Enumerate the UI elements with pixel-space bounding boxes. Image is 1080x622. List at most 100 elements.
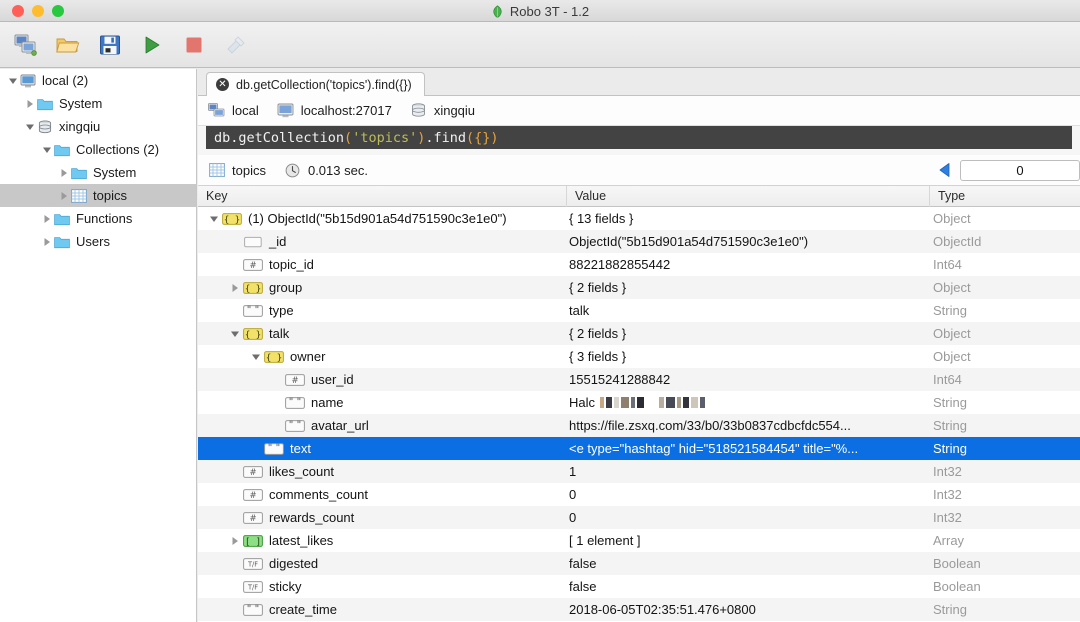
chevron-down-icon[interactable] — [248, 345, 264, 368]
cell-value: 1 — [567, 460, 930, 483]
server-icon — [277, 102, 294, 119]
table-row[interactable]: # rewards_count 0 Int32 — [198, 506, 1080, 529]
close-icon[interactable]: ✕ — [216, 78, 229, 91]
cell-type: Object — [930, 322, 1080, 345]
sidebar-item-label: System — [93, 165, 137, 180]
table-row[interactable]: # comments_count 0 Int32 — [198, 483, 1080, 506]
sidebar-item-users[interactable]: Users — [0, 230, 196, 253]
cell-key: { } talk — [198, 322, 567, 345]
table-row[interactable]: # likes_count 1 Int32 — [198, 460, 1080, 483]
table-row[interactable]: T/F sticky false Boolean — [198, 575, 1080, 598]
sidebar-item-label: local (2) — [42, 73, 89, 88]
table-row[interactable]: [ ] latest_likes [ 1 element ] Array — [198, 529, 1080, 552]
cell-key: T/F sticky — [198, 575, 567, 598]
database-icon — [410, 102, 427, 119]
cell-value-label: false — [569, 579, 597, 594]
table-row[interactable]: " " name Halc String — [198, 391, 1080, 414]
table-row[interactable]: { } talk { 2 fields } Object — [198, 322, 1080, 345]
array-brackets-icon: [ ] — [243, 529, 263, 552]
table-row[interactable]: " " create_time 2018-06-05T02:35:51.476+08… — [198, 598, 1080, 621]
database-explorer[interactable]: local (2) System xingqiu Collections (2) Sys… — [0, 69, 197, 622]
chevron-down-icon[interactable] — [40, 138, 54, 161]
connect-button[interactable] — [12, 31, 40, 59]
sidebar-item-local-2[interactable]: local (2) — [0, 69, 196, 92]
folder-icon — [54, 211, 70, 227]
left-triangle-icon[interactable] — [936, 161, 954, 179]
table-row[interactable]: # topic_id 88221882855442 Int64 — [198, 253, 1080, 276]
number-hash-icon: # — [243, 460, 263, 483]
window-title: Robo 3T - 1.2 — [509, 3, 590, 19]
cell-key: { } group — [198, 276, 567, 299]
cell-key-label: comments_count — [269, 487, 368, 502]
cell-value: { 13 fields } — [567, 207, 930, 230]
chevron-down-icon[interactable] — [227, 322, 243, 345]
tab-query-topics[interactable]: ✕ db.getCollection('topics').find({}) — [206, 72, 425, 96]
cell-key: [ ] latest_likes — [198, 529, 567, 552]
table-row[interactable]: { } (1) ObjectId("5b15d901a54d751590c3e1e… — [198, 207, 1080, 230]
code-token: .find — [425, 129, 466, 146]
table-row[interactable]: { } group { 2 fields } Object — [198, 276, 1080, 299]
chevron-right-icon[interactable] — [40, 230, 54, 253]
stop-button[interactable] — [180, 31, 208, 59]
folder-icon — [37, 96, 53, 112]
cell-key: T/F digested — [198, 552, 567, 575]
sidebar-item-label: Collections (2) — [76, 142, 160, 157]
page-input[interactable] — [960, 159, 1080, 181]
column-header-value[interactable]: Value — [567, 186, 930, 207]
cell-key: _id — [198, 230, 567, 253]
execute-button[interactable] — [138, 31, 166, 59]
sidebar-item-functions[interactable]: Functions — [0, 207, 196, 230]
sidebar-item-system[interactable]: System — [0, 92, 196, 115]
table-row[interactable]: T/F digested false Boolean — [198, 552, 1080, 575]
tab-strip: ✕ db.getCollection('topics').find({}) — [198, 69, 1080, 96]
chevron-right-icon[interactable] — [57, 184, 71, 207]
sidebar-item-label: Users — [76, 234, 110, 249]
sidebar-item-xingqiu[interactable]: xingqiu — [0, 115, 196, 138]
column-header-key[interactable]: Key — [198, 186, 567, 207]
redaction-block — [606, 397, 613, 408]
sidebar-item-topics[interactable]: topics — [0, 184, 196, 207]
chevron-right-icon[interactable] — [40, 207, 54, 230]
cell-type-label: String — [933, 441, 967, 456]
breadcrumb: local localhost:27017 xingqiu — [198, 96, 1080, 126]
cell-value: [ 1 element ] — [567, 529, 930, 552]
chevron-right-icon[interactable] — [227, 276, 243, 299]
table-row[interactable]: # user_id 15515241288842 Int64 — [198, 368, 1080, 391]
chevron-down-icon[interactable] — [23, 115, 37, 138]
open-script-button[interactable] — [54, 31, 82, 59]
table-row[interactable]: " " text <e type="hashtag" hid="5185215844… — [198, 437, 1080, 460]
string-quotes-icon: " " — [243, 299, 263, 322]
table-row[interactable]: " " avatar_url https://file.zsxq.com/33/b0… — [198, 414, 1080, 437]
chevron-right-icon[interactable] — [227, 529, 243, 552]
breadcrumb-item-host[interactable]: localhost:27017 — [277, 102, 392, 119]
breadcrumb-item-database[interactable]: xingqiu — [410, 102, 475, 119]
tools-button[interactable] — [222, 31, 250, 59]
breadcrumb-item-connection[interactable]: local — [208, 102, 259, 119]
chevron-down-icon[interactable] — [206, 207, 222, 230]
object-braces-icon: { } — [264, 345, 284, 368]
cell-key: { } owner — [198, 345, 567, 368]
query-editor[interactable]: db.getCollection('topics').find({}) — [206, 126, 1072, 149]
cell-type: Int32 — [930, 460, 1080, 483]
column-header-type[interactable]: Type — [930, 186, 1080, 207]
svg-text:" ": " " — [268, 442, 280, 453]
cell-key-label: talk — [269, 326, 290, 341]
svg-text:T/F: T/F — [247, 583, 258, 591]
computer-connect-icon — [14, 34, 38, 56]
result-table-body[interactable]: { } (1) ObjectId("5b15d901a54d751590c3e1e… — [198, 207, 1080, 622]
table-row[interactable]: _id ObjectId("5b15d901a54d751590c3e1e0") O… — [198, 230, 1080, 253]
svg-text:" ": " " — [247, 304, 259, 315]
table-row[interactable]: { } owner { 3 fields } Object — [198, 345, 1080, 368]
chevron-right-icon[interactable] — [57, 161, 71, 184]
chevron-down-icon[interactable] — [6, 69, 20, 92]
table-row[interactable]: " " type talk String — [198, 299, 1080, 322]
chevron-right-icon[interactable] — [23, 92, 37, 115]
save-script-button[interactable] — [96, 31, 124, 59]
sidebar-item-collections-2[interactable]: Collections (2) — [0, 138, 196, 161]
sidebar-item-system[interactable]: System — [0, 161, 196, 184]
